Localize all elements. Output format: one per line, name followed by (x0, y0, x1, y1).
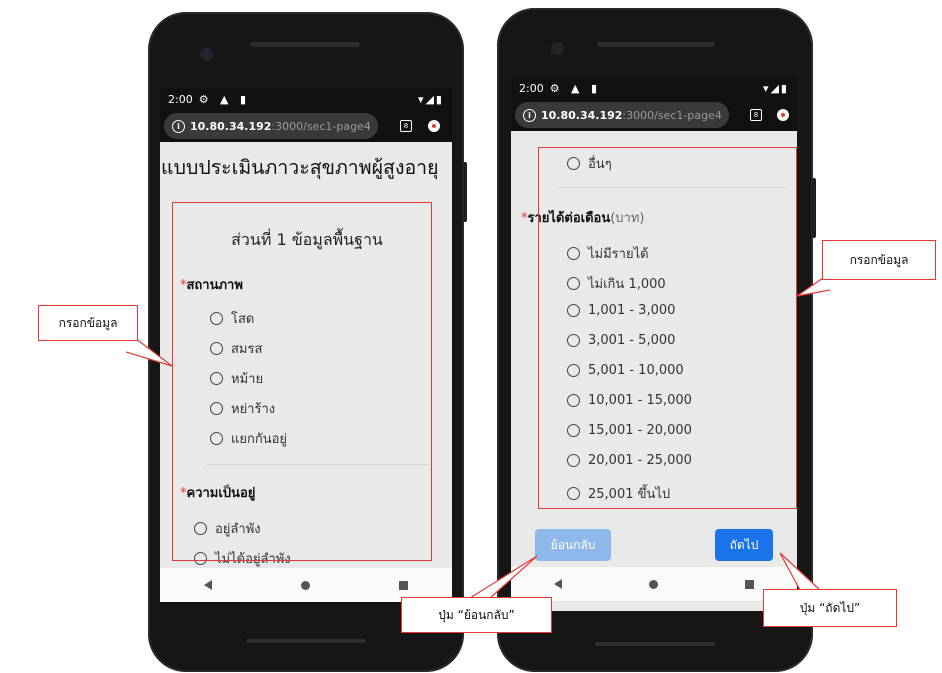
callout-next-button: ปุ่ม “ถัดไป” (763, 589, 897, 627)
callout-back-button: ปุ่ม “ย้อนกลับ” (401, 597, 552, 633)
callout-fill-right: กรอกข้อมูล (822, 240, 936, 280)
annotation-leaders (125, 277, 831, 599)
callout-fill-left: กรอกข้อมูล (38, 305, 138, 341)
